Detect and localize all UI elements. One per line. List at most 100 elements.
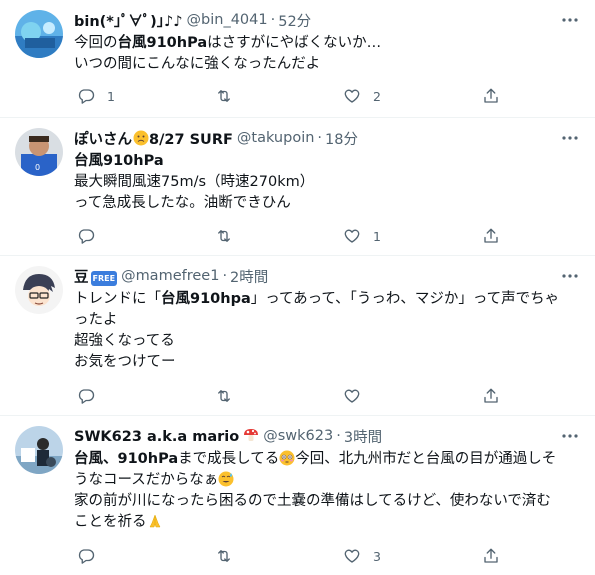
text-segment: いつの間にこんなに強くなったんだよ [74, 56, 321, 72]
highlighted-term: 台風910hPa [117, 35, 208, 51]
text-segment: うなコースだからなぁ [74, 472, 219, 488]
tweet-header: SWK623 a.k.a mario @swk623 · 3時間 [74, 426, 382, 446]
text-segment: 最大瞬間風速75m/s（時速270km） [74, 174, 315, 190]
text-segment: 超強くなってる [74, 333, 175, 349]
more-icon[interactable] [559, 12, 581, 28]
tweet-text-line: ことを祈る [74, 512, 584, 533]
share-button[interactable] [482, 86, 500, 106]
tweet-text-line: ったよ [74, 310, 584, 331]
tweet-text-line: 台風、910hPaまで成長してる 今回、北九州市だと台風の目が通過しそ [74, 449, 584, 470]
sweat-emoji-icon [218, 471, 234, 487]
like-count: 2 [373, 88, 381, 104]
tweet-text-line: 台風910hPa [74, 151, 584, 172]
handle[interactable]: @mamefree1 [121, 268, 219, 284]
tweet-text-line: 最大瞬間風速75m/s（時速270km） [74, 172, 584, 193]
svg-text:0: 0 [35, 163, 40, 172]
text-segment: 」ってあって、「うっわ、マジか」って声でちゃ [250, 291, 560, 307]
display-name-text: 豆 [74, 269, 89, 286]
display-name[interactable]: ぽいさん 8/27 SURF [74, 128, 233, 149]
tweet-2[interactable]: 0 ぽいさん 8/27 SURF @takupoin · 18分 台風910hPa… [0, 118, 595, 256]
tweet-text: トレンドに「台風910hpa」ってあって、「うっわ、マジか」って声でちゃったよ超… [74, 289, 584, 373]
text-segment: って急成長したな。油断できひん [74, 195, 291, 211]
tweet-header: 豆 FREE @mamefree1 · 2時間 [74, 266, 268, 286]
handle[interactable]: @takupoin [237, 130, 315, 146]
reply-button[interactable] [77, 386, 107, 406]
separator-dot: · [222, 268, 228, 284]
free-badge: FREE [90, 270, 118, 286]
more-icon[interactable] [559, 268, 581, 284]
tweet-header: ぽいさん 8/27 SURF @takupoin · 18分 [74, 128, 358, 148]
reply-button[interactable] [77, 546, 107, 566]
text-segment: お気をつけてー [74, 354, 176, 370]
avatar[interactable]: 0 [15, 128, 63, 176]
share-icon [482, 227, 500, 245]
heart-icon [343, 227, 361, 245]
tweet-text-line: うなコースだからなぁ [74, 470, 584, 491]
share-icon [482, 87, 500, 105]
handle[interactable]: @bin_4041 [187, 12, 268, 28]
text-segment: 今回、北九州市だと台風の目が通過しそ [295, 451, 557, 467]
like-button[interactable]: 3 [343, 546, 381, 566]
reply-button[interactable] [77, 226, 107, 246]
avatar[interactable] [15, 266, 63, 314]
timestamp[interactable]: 2時間 [230, 266, 268, 287]
share-button[interactable] [482, 386, 500, 406]
display-name-suffix: 8/27 SURF [149, 131, 233, 148]
display-name[interactable]: 豆 FREE [74, 266, 118, 287]
like-count: 1 [373, 228, 381, 244]
mushroom-icon [243, 427, 259, 443]
flushed-emoji-icon [279, 450, 295, 466]
pray-emoji-icon [147, 513, 163, 529]
timestamp[interactable]: 18分 [325, 128, 358, 149]
reply-icon [77, 87, 95, 105]
frowning-face-icon [133, 130, 149, 146]
text-segment: はさすがにやばくないか… [207, 35, 382, 51]
like-count: 3 [373, 548, 381, 564]
reply-icon [77, 227, 95, 245]
avatar[interactable] [15, 10, 63, 58]
reply-icon [77, 387, 95, 405]
display-name[interactable]: SWK623 a.k.a mario [74, 427, 259, 445]
tweet-text: 台風、910hPaまで成長してる 今回、北九州市だと台風の目が通過しそうなコースだ… [74, 449, 584, 533]
display-name-text: SWK623 a.k.a mario [74, 429, 240, 445]
share-icon [482, 547, 500, 565]
like-button[interactable] [343, 386, 373, 406]
highlighted-term: 台風910hpa [161, 291, 251, 307]
retweet-button[interactable] [215, 386, 245, 406]
tweet-1[interactable]: bin(*｣ﾟ∀ﾟ)｣♪♪ @bin_4041 · 52分 今回の台風910hP… [0, 0, 595, 118]
retweet-button[interactable] [215, 546, 245, 566]
tweet-actions: 1 2 [74, 86, 514, 106]
separator-dot: · [317, 130, 323, 146]
heart-icon [343, 87, 361, 105]
more-icon[interactable] [559, 130, 581, 146]
share-icon [482, 387, 500, 405]
share-button[interactable] [482, 546, 500, 566]
share-button[interactable] [482, 226, 500, 246]
tweet-text-line: いつの間にこんなに強くなったんだよ [74, 54, 584, 75]
text-segment: ったよ [74, 312, 118, 328]
tweet-text-line: って急成長したな。油断できひん [74, 193, 584, 214]
reply-button[interactable]: 1 [77, 86, 115, 106]
more-icon[interactable] [559, 428, 581, 444]
heart-icon [343, 387, 361, 405]
retweet-button[interactable] [215, 86, 245, 106]
retweet-icon [215, 387, 233, 405]
handle[interactable]: @swk623 [263, 428, 333, 444]
separator-dot: · [336, 428, 341, 444]
tweet-4[interactable]: SWK623 a.k.a mario @swk623 · 3時間 台風、910h… [0, 416, 595, 575]
reply-icon [77, 547, 95, 565]
timestamp[interactable]: 52分 [278, 10, 311, 31]
tweet-3[interactable]: 豆 FREE @mamefree1 · 2時間 トレンドに「台風910hpa」って… [0, 256, 595, 416]
text-segment: 今回の [74, 35, 118, 51]
display-name-text: ぽいさん [74, 131, 132, 148]
tweet-text-line: トレンドに「台風910hpa」ってあって、「うっわ、マジか」って声でちゃ [74, 289, 584, 310]
text-segment: まで成長してる [178, 451, 280, 467]
avatar[interactable] [15, 426, 63, 474]
retweet-button[interactable] [215, 226, 245, 246]
display-name[interactable]: bin(*｣ﾟ∀ﾟ)｣♪♪ [74, 10, 183, 31]
tweet-header: bin(*｣ﾟ∀ﾟ)｣♪♪ @bin_4041 · 52分 [74, 10, 311, 30]
like-button[interactable]: 2 [343, 86, 381, 106]
timestamp[interactable]: 3時間 [344, 426, 382, 447]
like-button[interactable]: 1 [343, 226, 381, 246]
tweet-text: 今回の台風910hPaはさすがにやばくないか… いつの間にこんなに強くなったんだよ [74, 33, 584, 75]
